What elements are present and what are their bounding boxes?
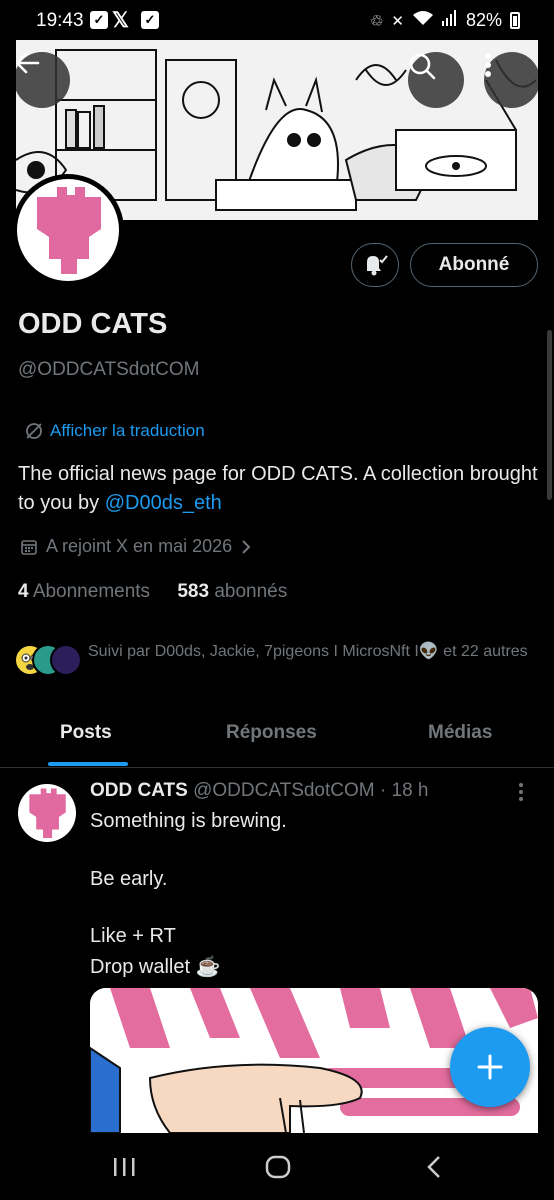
post-more-button[interactable] <box>518 782 524 808</box>
recycle-icon: ♲ <box>369 12 384 30</box>
profile-handle: @ODDCATSdotCOM <box>18 359 200 380</box>
notifications-button[interactable] <box>351 243 399 287</box>
followers-count: 583 <box>177 581 210 602</box>
post-author-avatar[interactable] <box>18 784 76 842</box>
back-button[interactable] <box>16 52 70 108</box>
followed-by-section[interactable]: Suivi par D00ds, Jackie, 7pigeons I Micr… <box>14 640 544 690</box>
cat-logo-icon <box>37 187 101 274</box>
joined-label: A rejoint X en mai 2026 <box>46 536 233 556</box>
post-header: ODD CATS @ODDCATSdotCOM · 18 h <box>90 780 428 802</box>
home-icon <box>265 1155 291 1179</box>
post-text-line: Something is brewing. <box>90 810 287 832</box>
system-back-button[interactable] <box>414 1151 454 1183</box>
joined-date[interactable]: A rejoint X en mai 2026 <box>20 536 252 557</box>
v-app-icon: ✓ <box>90 11 108 29</box>
post-text-line: Like + RT <box>90 925 176 947</box>
signal-icon <box>441 10 458 31</box>
following-label: Abonnements <box>32 581 151 602</box>
plus-icon <box>477 1054 503 1080</box>
post-author-name[interactable]: ODD CATS <box>90 780 188 801</box>
profile-bio: The official news page for ODD CATS. A c… <box>18 460 538 518</box>
follower-avatar <box>50 644 82 676</box>
cat-logo-icon <box>29 788 66 839</box>
following-button[interactable]: Abonné <box>410 243 538 287</box>
post-text-line: Drop wallet ☕ <box>90 956 221 978</box>
home-button[interactable] <box>258 1151 298 1183</box>
arrow-left-icon <box>16 52 40 74</box>
scrollbar[interactable] <box>547 330 552 500</box>
translate-icon <box>26 423 42 439</box>
followed-by-text: Suivi par D00ds, Jackie, 7pigeons I Micr… <box>88 643 528 660</box>
profile-name: ODD CATS <box>18 308 168 340</box>
search-button[interactable] <box>408 52 464 108</box>
vertical-dots-icon <box>485 53 491 77</box>
post-author-handle[interactable]: @ODDCATSdotCOM <box>193 780 375 801</box>
status-bar: 19:43 ✓ 𝕏 ✓ ♲ ✕ 82% <box>0 0 554 40</box>
follow-stats: 4 Abonnements 583 abonnés <box>18 581 287 603</box>
profile-avatar[interactable] <box>12 174 124 286</box>
post-text-line: Be early. <box>90 868 168 890</box>
mute-icon: ✕ <box>391 12 404 30</box>
post-time: · 18 h <box>379 780 429 801</box>
compose-post-button[interactable] <box>450 1027 530 1107</box>
tab-media[interactable]: Médias <box>428 722 492 744</box>
vertical-dots-icon <box>519 783 523 801</box>
x-app-icon: 𝕏 <box>112 9 129 32</box>
translate-label: Afficher la traduction <box>50 421 205 440</box>
search-icon <box>409 53 436 80</box>
following-count: 4 <box>18 581 29 602</box>
translate-link[interactable]: Afficher la traduction <box>24 421 205 441</box>
bio-mention-link[interactable]: @D00ds_eth <box>105 492 222 514</box>
avatar-image <box>17 179 119 281</box>
bell-check-icon <box>367 255 388 276</box>
profile-tabs: Posts Réponses Médias <box>0 710 554 768</box>
following-stat[interactable]: 4 Abonnements <box>18 581 150 602</box>
active-tab-indicator <box>48 762 128 766</box>
check-app-icon: ✓ <box>141 11 159 29</box>
calendar-icon <box>21 539 37 555</box>
tab-posts[interactable]: Posts <box>60 722 112 744</box>
wifi-icon <box>412 10 434 31</box>
followers-stat[interactable]: 583 abonnés <box>177 581 287 602</box>
bio-text: The official news page for ODD CATS. A c… <box>18 463 538 514</box>
tab-replies[interactable]: Réponses <box>226 722 317 744</box>
battery-level: 82% <box>465 10 502 30</box>
followers-label: abonnés <box>214 581 288 602</box>
recent-apps-button[interactable] <box>104 1151 144 1183</box>
chevron-right-icon <box>242 539 251 554</box>
status-time: 19:43 <box>36 10 84 31</box>
chevron-left-icon <box>427 1156 440 1178</box>
system-navigation-bar <box>0 1133 554 1200</box>
more-options-button[interactable] <box>484 52 538 108</box>
battery-icon <box>510 12 520 29</box>
recent-apps-icon <box>114 1158 135 1176</box>
